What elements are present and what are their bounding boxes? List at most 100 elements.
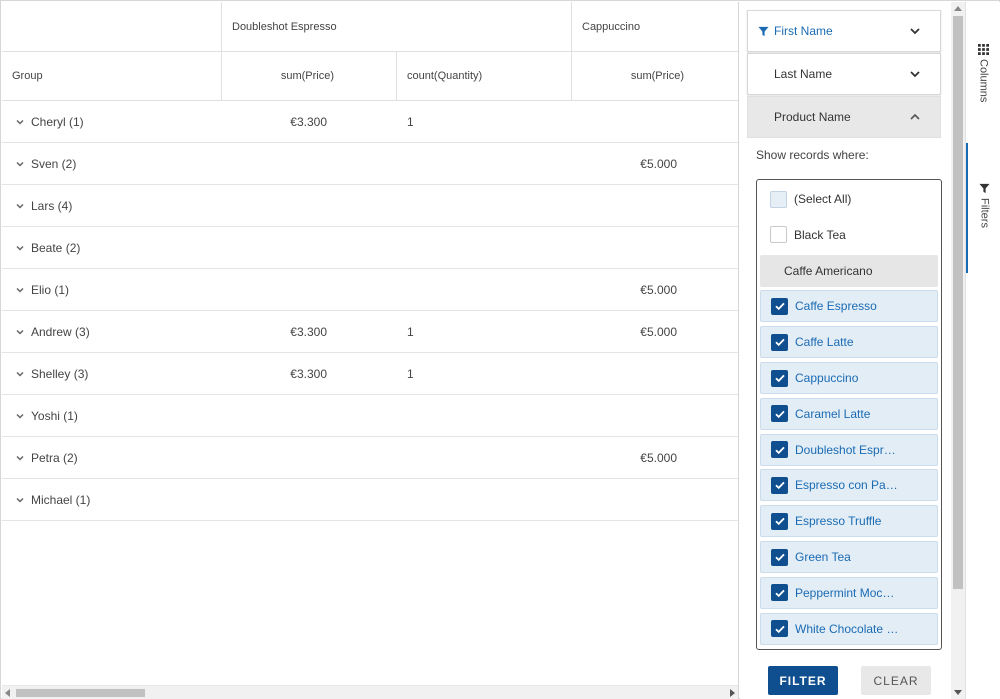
- header-col-sum-price-1[interactable]: sum(Price): [221, 52, 396, 100]
- chevron-down-icon: [908, 25, 922, 37]
- filter-option[interactable]: Peppermint Moc…: [760, 576, 938, 609]
- cell-sum-price-1: €3.300: [290, 366, 327, 381]
- table-row[interactable]: Sven (2) €5.000: [2, 143, 738, 185]
- vertical-scrollbar[interactable]: [951, 2, 965, 699]
- vertical-scroll-thumb[interactable]: [953, 16, 963, 589]
- cell-sum-price-2: €5.000: [640, 450, 677, 465]
- filter-option[interactable]: Caffe Espresso: [760, 290, 938, 323]
- scroll-down-icon[interactable]: [954, 690, 962, 695]
- header-group-cappuccino[interactable]: Cappuccino: [571, 2, 738, 51]
- cell-sum-price-2: [571, 479, 677, 520]
- horizontal-scrollbar[interactable]: [2, 685, 738, 699]
- tab-filters[interactable]: Filters: [966, 143, 1000, 273]
- filter-button[interactable]: FILTER: [768, 666, 838, 695]
- filter-option[interactable]: Caramel Latte: [760, 397, 938, 430]
- group-label: Cheryl (1): [31, 114, 84, 129]
- filter-option[interactable]: Black Tea: [760, 219, 938, 251]
- cell-sum-price-2: €5.000: [640, 282, 677, 297]
- cell-count-quantity: [407, 185, 467, 226]
- filter-option[interactable]: Cappuccino: [760, 362, 938, 394]
- checkbox[interactable]: [771, 548, 788, 566]
- group-cell[interactable]: Andrew (3): [14, 311, 90, 352]
- checkbox[interactable]: [771, 405, 788, 423]
- chevron-down-icon[interactable]: [14, 326, 26, 338]
- checkbox[interactable]: [771, 584, 788, 602]
- checkbox[interactable]: [770, 190, 787, 208]
- chevron-down-icon[interactable]: [14, 242, 26, 254]
- table-row[interactable]: Lars (4): [2, 185, 738, 227]
- filter-option-label: Caffe Americano: [784, 263, 873, 278]
- filter-option[interactable]: Doubleshot Espr…: [760, 433, 938, 466]
- chevron-down-icon[interactable]: [14, 200, 26, 212]
- header-col-count-quantity[interactable]: count(Quantity): [396, 52, 571, 100]
- table-row[interactable]: Beate (2): [2, 227, 738, 269]
- header-group-row: Doubleshot Espresso Cappuccino: [2, 2, 738, 52]
- table-row[interactable]: Cheryl (1) €3.300 1: [2, 101, 738, 143]
- table-row[interactable]: Shelley (3) €3.300 1: [2, 353, 738, 395]
- filter-option[interactable]: (Select All): [760, 183, 938, 215]
- group-cell[interactable]: Beate (2): [14, 227, 80, 268]
- cell-count-quantity: 1: [407, 114, 414, 129]
- scroll-right-icon[interactable]: [730, 689, 735, 697]
- chevron-down-icon[interactable]: [14, 410, 26, 422]
- table-row[interactable]: Petra (2) €5.000: [2, 437, 738, 479]
- filter-option-label: Caramel Latte: [795, 406, 871, 421]
- group-cell[interactable]: Cheryl (1): [14, 101, 84, 142]
- group-label: Sven (2): [31, 156, 77, 171]
- cell-count-quantity: 1: [407, 324, 414, 339]
- header-col-sum-price-2[interactable]: sum(Price): [571, 52, 738, 100]
- checkbox[interactable]: [770, 226, 787, 244]
- checkbox[interactable]: [771, 297, 788, 315]
- group-cell[interactable]: Sven (2): [14, 143, 76, 184]
- filter-accordion-product-name[interactable]: Product Name: [747, 96, 941, 138]
- filter-option[interactable]: Espresso Truffle: [760, 505, 938, 538]
- header-col-group[interactable]: Group: [2, 52, 221, 100]
- cell-sum-price-2: €5.000: [640, 156, 677, 171]
- filter-accordion-label: First Name: [774, 24, 833, 38]
- group-cell[interactable]: Lars (4): [14, 185, 72, 226]
- clear-button[interactable]: CLEAR: [861, 666, 931, 695]
- table-row[interactable]: Andrew (3) €3.300 1 €5.000: [2, 311, 738, 353]
- table-row[interactable]: Elio (1) €5.000: [2, 269, 738, 311]
- group-cell[interactable]: Shelley (3): [14, 353, 88, 394]
- group-cell[interactable]: Petra (2): [14, 437, 78, 478]
- filter-accordion-last-name[interactable]: Last Name: [747, 53, 941, 95]
- filter-option-label: (Select All): [794, 192, 852, 206]
- checkbox[interactable]: [771, 512, 788, 530]
- filter-option-label: Espresso Truffle: [795, 514, 882, 529]
- checkbox[interactable]: [771, 441, 788, 459]
- scroll-left-icon[interactable]: [5, 689, 10, 697]
- filter-accordion-first-name[interactable]: First Name: [747, 10, 941, 52]
- filters-tool-panel: First Name Last Name Product Name Show r…: [740, 2, 951, 699]
- tab-filters-label: Filters: [978, 198, 991, 228]
- chevron-down-icon[interactable]: [14, 116, 26, 128]
- filter-option[interactable]: Green Tea: [760, 541, 938, 573]
- checkbox[interactable]: [771, 369, 788, 387]
- scroll-up-icon[interactable]: [954, 6, 962, 11]
- chevron-down-icon: [908, 68, 922, 80]
- chevron-down-icon[interactable]: [14, 452, 26, 464]
- chevron-down-icon[interactable]: [14, 368, 26, 380]
- chevron-down-icon[interactable]: [14, 494, 26, 506]
- tab-columns[interactable]: Columns: [966, 44, 1000, 124]
- group-cell[interactable]: Yoshi (1): [14, 395, 78, 436]
- horizontal-scroll-thumb[interactable]: [16, 689, 145, 697]
- checkbox[interactable]: [771, 333, 788, 351]
- filter-option[interactable]: White Chocolate …: [760, 612, 938, 645]
- table-row[interactable]: Yoshi (1): [2, 395, 738, 437]
- group-cell[interactable]: Michael (1): [14, 479, 90, 520]
- filter-option[interactable]: Caffe Americano: [760, 254, 938, 287]
- filter-option[interactable]: Espresso con Pa…: [760, 469, 938, 502]
- chevron-down-icon[interactable]: [14, 284, 26, 296]
- checkbox[interactable]: [771, 620, 788, 638]
- filter-option-label: Cappuccino: [795, 371, 859, 385]
- filter-option-label: Espresso con Pa…: [795, 478, 898, 493]
- group-cell[interactable]: Elio (1): [14, 269, 69, 310]
- table-row[interactable]: Michael (1): [2, 479, 738, 521]
- cell-sum-price-1: [221, 269, 327, 310]
- checkbox[interactable]: [771, 476, 788, 494]
- chevron-down-icon[interactable]: [14, 158, 26, 170]
- filter-option[interactable]: Caffe Latte: [760, 326, 938, 359]
- grid-body: Cheryl (1) €3.300 1 Sven (2) €5.000 Lars (4) B…: [2, 101, 738, 521]
- header-group-doubleshot-espresso[interactable]: Doubleshot Espresso: [221, 2, 571, 51]
